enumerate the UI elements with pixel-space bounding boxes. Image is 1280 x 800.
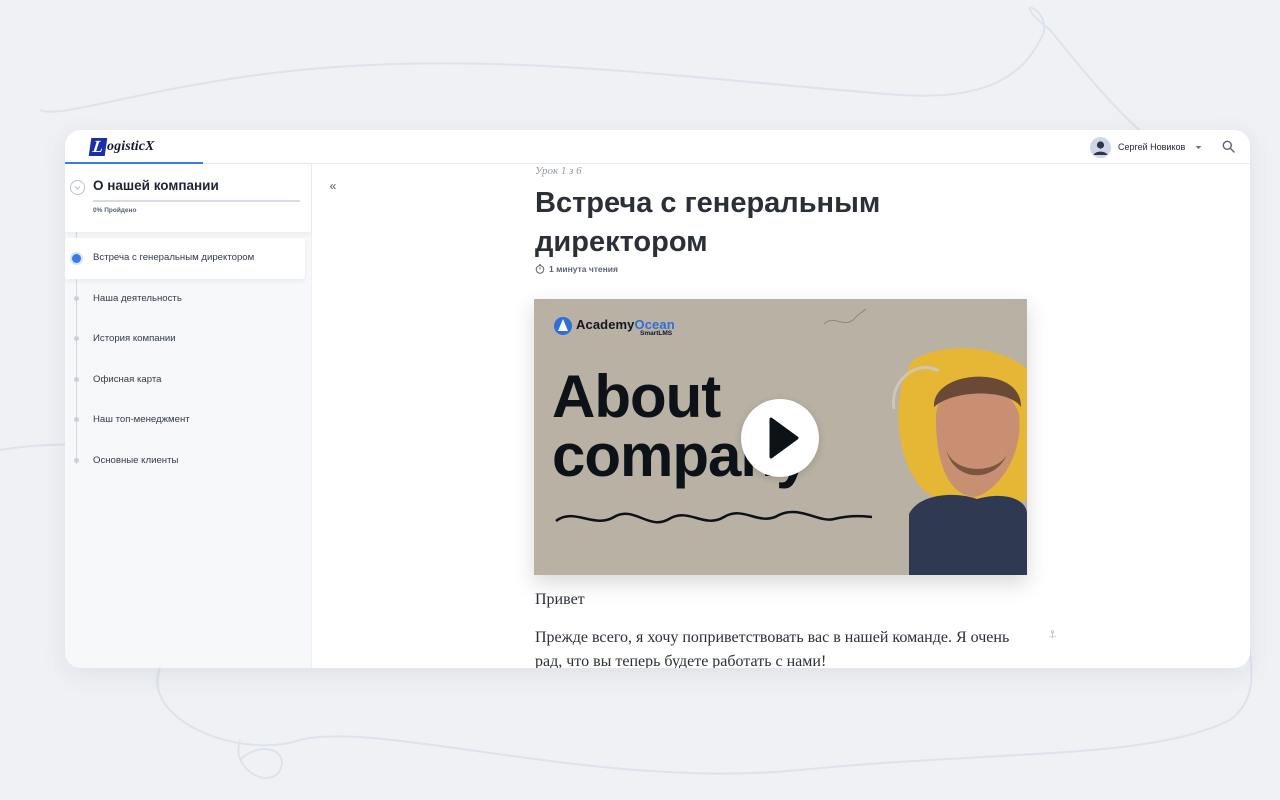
video-brand-prefix: Academy	[576, 317, 635, 332]
lesson-status-dot	[74, 295, 79, 301]
logo-mark: L	[88, 137, 108, 156]
video-headline-1: About	[552, 363, 721, 430]
lesson-item[interactable]: Встреча с генеральным директором	[65, 238, 305, 279]
lesson-label: Наш топ-менеджмент	[93, 414, 190, 425]
lesson-counter: Урок 1 з 6	[535, 165, 582, 177]
anchor-icon[interactable]	[1048, 630, 1057, 639]
lesson-label: Наша деятельность	[93, 292, 182, 304]
company-logo[interactable]: L ogisticX	[88, 137, 155, 157]
course-status-icon	[70, 180, 85, 195]
play-button[interactable]	[741, 399, 819, 477]
course-header[interactable]: О нашей компании 0% Пройдено	[65, 164, 311, 232]
caret-down-icon[interactable]	[1195, 144, 1202, 151]
clock-icon	[535, 264, 545, 274]
lesson-status-dot	[74, 376, 79, 382]
read-time-label: 1 минута чтения	[549, 264, 618, 274]
user-name: Сергей Новиков	[1118, 142, 1186, 152]
collapse-sidebar-button[interactable]: «	[323, 176, 343, 196]
avatar	[1090, 136, 1111, 158]
top-bar: L ogisticX Сергей Новиков	[65, 130, 1250, 164]
lesson-item[interactable]: Основные клиенты	[65, 441, 305, 482]
academyocean-logo-icon	[554, 317, 572, 335]
lesson-content: Урок 1 з 6 Встреча с генеральным директо…	[312, 164, 1250, 668]
progress-bar	[93, 200, 300, 202]
lesson-item[interactable]: Наш топ-менеджмент	[65, 400, 305, 441]
body-text: Прежде всего, я хочу поприветствовать ва…	[535, 629, 1010, 668]
lms-window: L ogisticX Сергей Новиков О нашей компан…	[65, 130, 1250, 668]
lesson-label: Основные клиенты	[93, 454, 179, 466]
lesson-label: Офисная карта	[93, 373, 162, 385]
lesson-status-dot	[74, 336, 79, 341]
lesson-label: История компании	[93, 333, 176, 344]
read-time: 1 минута чтения	[535, 264, 618, 274]
logo-text: ogisticX	[107, 139, 155, 154]
video-player[interactable]: AcademyOcean SmartLMS About company	[534, 299, 1027, 575]
lesson-status-dot	[74, 417, 79, 422]
lesson-status-dot	[72, 254, 81, 263]
search-icon[interactable]	[1222, 140, 1235, 153]
lesson-list: Встреча с генеральным директором Наша де…	[65, 238, 312, 481]
lesson-item[interactable]: Наша деятельность	[65, 279, 305, 320]
lesson-status-dot	[74, 457, 79, 463]
lesson-item[interactable]: История компании	[65, 319, 305, 360]
greeting-text: Привет	[535, 591, 585, 608]
video-brand-sub: SmartLMS	[640, 330, 673, 337]
course-sidebar: О нашей компании 0% Пройдено Встреча с г…	[65, 164, 312, 668]
lesson-item[interactable]: Офисная карта	[65, 360, 305, 401]
progress-label: 0% Пройдено	[93, 207, 137, 214]
user-menu[interactable]: Сергей Новиков	[1090, 136, 1202, 158]
course-title: О нашей компании	[93, 178, 219, 193]
lesson-label: Встреча с генеральным директором	[93, 252, 255, 263]
play-icon	[769, 417, 799, 459]
lesson-title: Встреча с генеральным директором	[535, 187, 881, 258]
